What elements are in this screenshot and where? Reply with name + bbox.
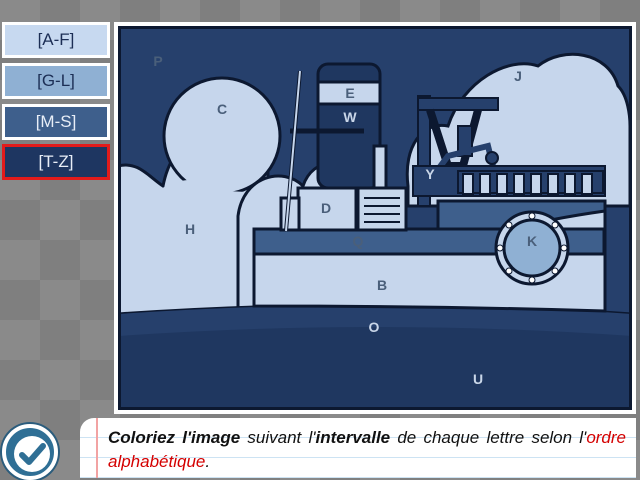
- palette-button-a-f[interactable]: [A-F]: [2, 22, 110, 58]
- region-c[interactable]: [162, 76, 282, 196]
- region-d-stairs[interactable]: [356, 186, 408, 232]
- palette-button-label: [G-L]: [37, 71, 75, 90]
- validate-button[interactable]: [2, 424, 58, 480]
- instruction-text-6: .: [205, 452, 211, 471]
- palette-button-label: [M-S]: [35, 112, 77, 131]
- instruction-text-4: de chaque lettre selon l': [390, 428, 587, 447]
- instruction-bold-2: intervalle: [315, 428, 391, 447]
- label-h: H: [185, 221, 195, 237]
- label-c: C: [217, 101, 227, 117]
- region-j-inner[interactable]: [498, 93, 558, 166]
- coloring-game: [A-F] [G-L] [M-S] [T-Z] P C E W J Y H D …: [0, 0, 640, 480]
- label-p: P: [153, 53, 162, 69]
- drawing-frame: P C E W J Y H D Q K B O U: [114, 22, 636, 414]
- region-y[interactable]: [412, 165, 606, 197]
- notebook-margin-line: [96, 418, 98, 478]
- instruction-panel: Coloriez l'image suivant l'intervalle de…: [80, 418, 636, 478]
- label-o: O: [369, 319, 380, 335]
- label-q: Q: [353, 233, 364, 249]
- label-e: E: [345, 85, 354, 101]
- label-d: D: [321, 200, 331, 216]
- palette-button-label: [A-F]: [37, 30, 75, 49]
- label-y: Y: [425, 166, 435, 182]
- label-u: U: [473, 371, 483, 387]
- pipe[interactable]: [372, 144, 388, 190]
- label-j: J: [514, 68, 522, 84]
- label-b: B: [377, 277, 387, 293]
- checkmark-icon: [14, 436, 50, 472]
- palette-button-m-s[interactable]: [M-S]: [2, 104, 110, 140]
- label-w: W: [343, 109, 357, 125]
- instruction-bold-1: Coloriez l'image: [108, 428, 241, 447]
- coloring-drawing: P C E W J Y H D Q K B O U: [118, 26, 632, 410]
- palette-button-label: [T-Z]: [38, 152, 74, 171]
- label-k: K: [527, 233, 537, 249]
- palette-button-g-l[interactable]: [G-L]: [2, 63, 110, 99]
- instruction-text: Coloriez l'image suivant l'intervalle de…: [108, 428, 626, 471]
- palette-button-t-z[interactable]: [T-Z]: [2, 144, 110, 180]
- instruction-text-2: suivant l': [240, 428, 316, 447]
